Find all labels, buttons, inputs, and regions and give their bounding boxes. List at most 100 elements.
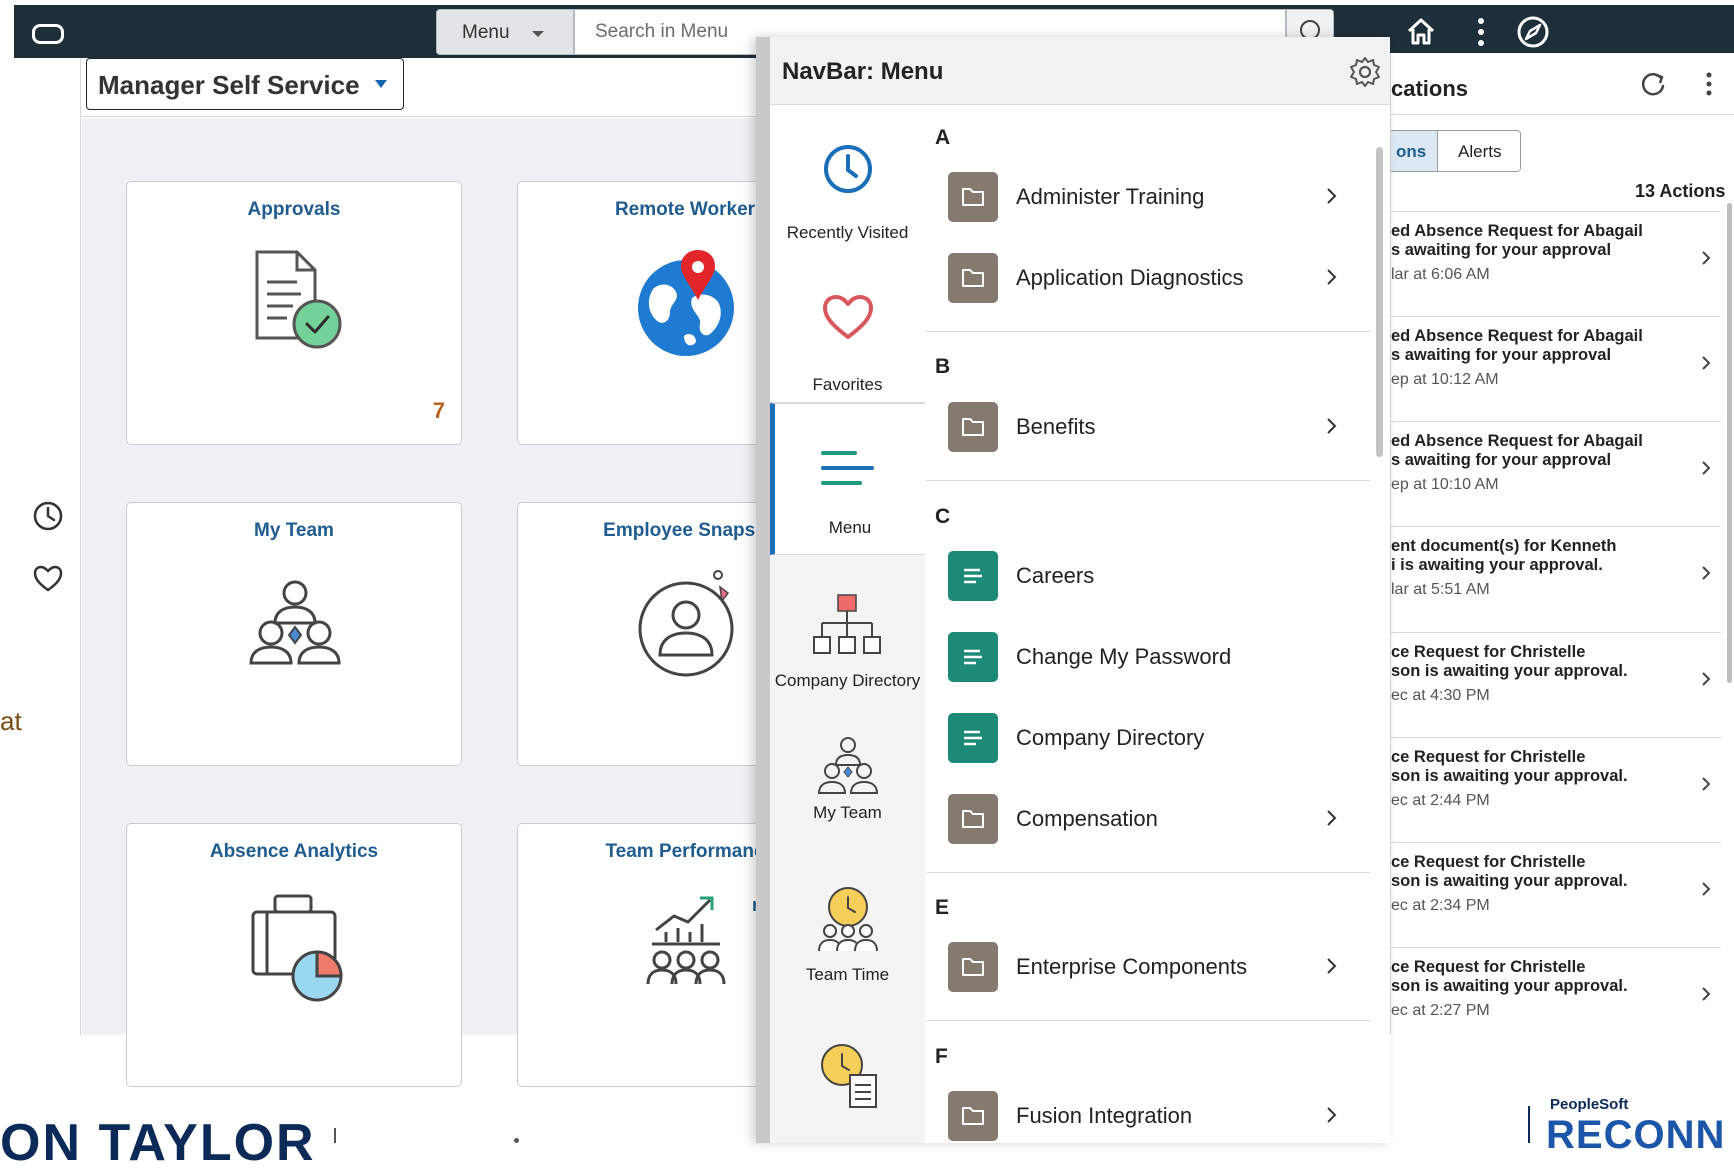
notification-time: ec at 2:44 PM xyxy=(1391,792,1490,809)
tab-recently-visited[interactable]: Recently Visited xyxy=(770,105,925,253)
notification-text: ce Request for Christelle xyxy=(1391,853,1586,871)
team-clock-icon xyxy=(818,887,878,952)
section-letter: C xyxy=(935,505,951,528)
heart-icon xyxy=(823,295,873,339)
search-category-label: Menu xyxy=(462,22,510,43)
menu-item-compensation[interactable]: Compensation xyxy=(926,786,1370,850)
notification-time: lar at 6:06 AM xyxy=(1391,266,1490,283)
notifications-title: cations xyxy=(1391,76,1469,101)
menu-item-fusion-integration[interactable]: Fusion Integration xyxy=(926,1083,1370,1143)
divider xyxy=(1391,114,1734,115)
divider xyxy=(926,480,1370,481)
homepage-selector[interactable]: Manager Self Service xyxy=(86,58,404,110)
tab-label: Favorites xyxy=(812,375,883,394)
notification-text: ed Absence Request for Abagail xyxy=(1391,327,1643,345)
folder-icon xyxy=(948,253,998,303)
tile-approvals[interactable]: Approvals 7 xyxy=(126,181,462,445)
notification-row[interactable]: ed Absence Request for Abagail s awaitin… xyxy=(1391,316,1721,411)
page-icon xyxy=(948,713,998,763)
tab-my-team[interactable]: My Team xyxy=(770,711,925,865)
tab-label: Company Directory xyxy=(774,671,921,690)
clock-icon[interactable] xyxy=(30,498,66,534)
more-vertical-icon[interactable] xyxy=(1699,67,1719,101)
menu-item-enterprise-components[interactable]: Enterprise Components xyxy=(926,934,1370,998)
notification-text: ce Request for Christelle xyxy=(1391,643,1586,661)
notifications-tab-switch: ons Alerts xyxy=(1391,130,1521,172)
notification-text: s awaiting for your approval xyxy=(1391,451,1612,469)
notification-row[interactable]: ce Request for Christelle son is awaitin… xyxy=(1391,737,1721,832)
more-vertical-icon[interactable] xyxy=(1462,13,1500,51)
navbar-header: NavBar: Menu xyxy=(770,37,1390,105)
notification-row[interactable]: ce Request for Christelle son is awaitin… xyxy=(1391,947,1721,1035)
notification-text: ce Request for Christelle xyxy=(1391,958,1586,976)
menu-item-company-directory[interactable]: Company Directory xyxy=(926,705,1370,769)
menu-item-change-my-password[interactable]: Change My Password xyxy=(926,624,1370,688)
team-icon xyxy=(249,580,341,665)
actions-count: 13 Actions xyxy=(1635,181,1726,201)
tab-favorites[interactable]: Favorites xyxy=(770,253,925,403)
chevron-right-icon xyxy=(1702,777,1711,791)
scrollbar[interactable] xyxy=(1727,203,1732,683)
chevron-right-icon xyxy=(1702,251,1711,265)
chevron-right-icon xyxy=(1702,566,1711,580)
home-icon[interactable] xyxy=(1402,13,1440,51)
scrollbar[interactable] xyxy=(1376,147,1383,457)
menu-item-label: Compensation xyxy=(1016,806,1158,831)
navbar-title: NavBar: Menu xyxy=(782,58,944,85)
notification-text: s awaiting for your approval xyxy=(1391,346,1612,364)
menu-item-label: Careers xyxy=(1016,563,1095,588)
chevron-right-icon xyxy=(1327,810,1337,826)
tab-actions[interactable]: ons xyxy=(1391,131,1438,171)
search-category-select[interactable]: Menu xyxy=(436,9,574,55)
notification-text: ed Absence Request for Abagail xyxy=(1391,432,1643,450)
tab-label: Team Time xyxy=(805,965,890,984)
divider xyxy=(1528,1106,1530,1143)
notification-row[interactable]: ent document(s) for Kenneth i is awaitin… xyxy=(1391,526,1721,621)
gear-icon[interactable] xyxy=(1348,55,1382,89)
notification-row[interactable]: ce Request for Christelle son is awaitin… xyxy=(1391,632,1721,727)
tab-company-directory[interactable]: Company Directory xyxy=(770,555,925,711)
team-icon xyxy=(817,737,879,794)
folder-icon xyxy=(948,172,998,222)
approvals-count-badge: 7 xyxy=(432,398,445,423)
oracle-logo[interactable] xyxy=(32,24,64,44)
tab-team-time[interactable]: Team Time xyxy=(770,865,925,1019)
navbar-edge xyxy=(756,37,770,1143)
tab-label: Recently Visited xyxy=(786,223,909,242)
page-icon xyxy=(948,632,998,682)
tab-menu[interactable]: Menu xyxy=(770,403,925,555)
menu-item-administer-training[interactable]: Administer Training xyxy=(926,164,1370,228)
tab-alerts[interactable]: Alerts xyxy=(1438,131,1520,171)
tile-my-team[interactable]: My Team xyxy=(126,502,462,766)
notifications-panel: cations ons Alerts 13 Actions ed Absence… xyxy=(1390,53,1734,1035)
section-letter: B xyxy=(935,355,951,378)
notification-time: lar at 5:51 AM xyxy=(1391,581,1490,598)
globe-pin-icon xyxy=(638,250,734,356)
notification-row[interactable]: ed Absence Request for Abagail s awaitin… xyxy=(1391,421,1721,516)
tab-time-document[interactable] xyxy=(770,1019,925,1143)
notification-time: ep at 10:10 AM xyxy=(1391,476,1499,493)
section-letter: E xyxy=(935,896,950,919)
heart-icon[interactable] xyxy=(30,561,66,597)
folder-icon xyxy=(948,1091,998,1141)
decoration xyxy=(514,1138,519,1143)
menu-item-careers[interactable]: Careers xyxy=(926,543,1370,607)
folder-icon xyxy=(948,794,998,844)
left-rail xyxy=(14,58,81,1035)
notification-text: son is awaiting your approval. xyxy=(1391,767,1628,785)
menu-item-label: Fusion Integration xyxy=(1016,1103,1193,1128)
menu-item-label: Benefits xyxy=(1016,414,1096,439)
notification-text: ent document(s) for Kenneth xyxy=(1391,537,1617,555)
tile-title: Absence Analytics xyxy=(209,841,379,862)
caret-down-icon xyxy=(375,80,387,88)
menu-item-benefits[interactable]: Benefits xyxy=(926,394,1370,458)
refresh-icon[interactable] xyxy=(1636,67,1670,101)
menu-item-application-diagnostics[interactable]: Application Diagnostics xyxy=(926,245,1370,309)
menu-item-label: Application Diagnostics xyxy=(1016,265,1244,290)
notification-text: son is awaiting your approval. xyxy=(1391,977,1628,995)
notification-row[interactable]: ed Absence Request for Abagail s awaitin… xyxy=(1391,211,1721,306)
menu-item-label: Administer Training xyxy=(1016,184,1205,209)
compass-icon[interactable] xyxy=(1514,13,1552,51)
notification-row[interactable]: ce Request for Christelle son is awaitin… xyxy=(1391,842,1721,937)
tile-absence-analytics[interactable]: Absence Analytics xyxy=(126,823,462,1087)
